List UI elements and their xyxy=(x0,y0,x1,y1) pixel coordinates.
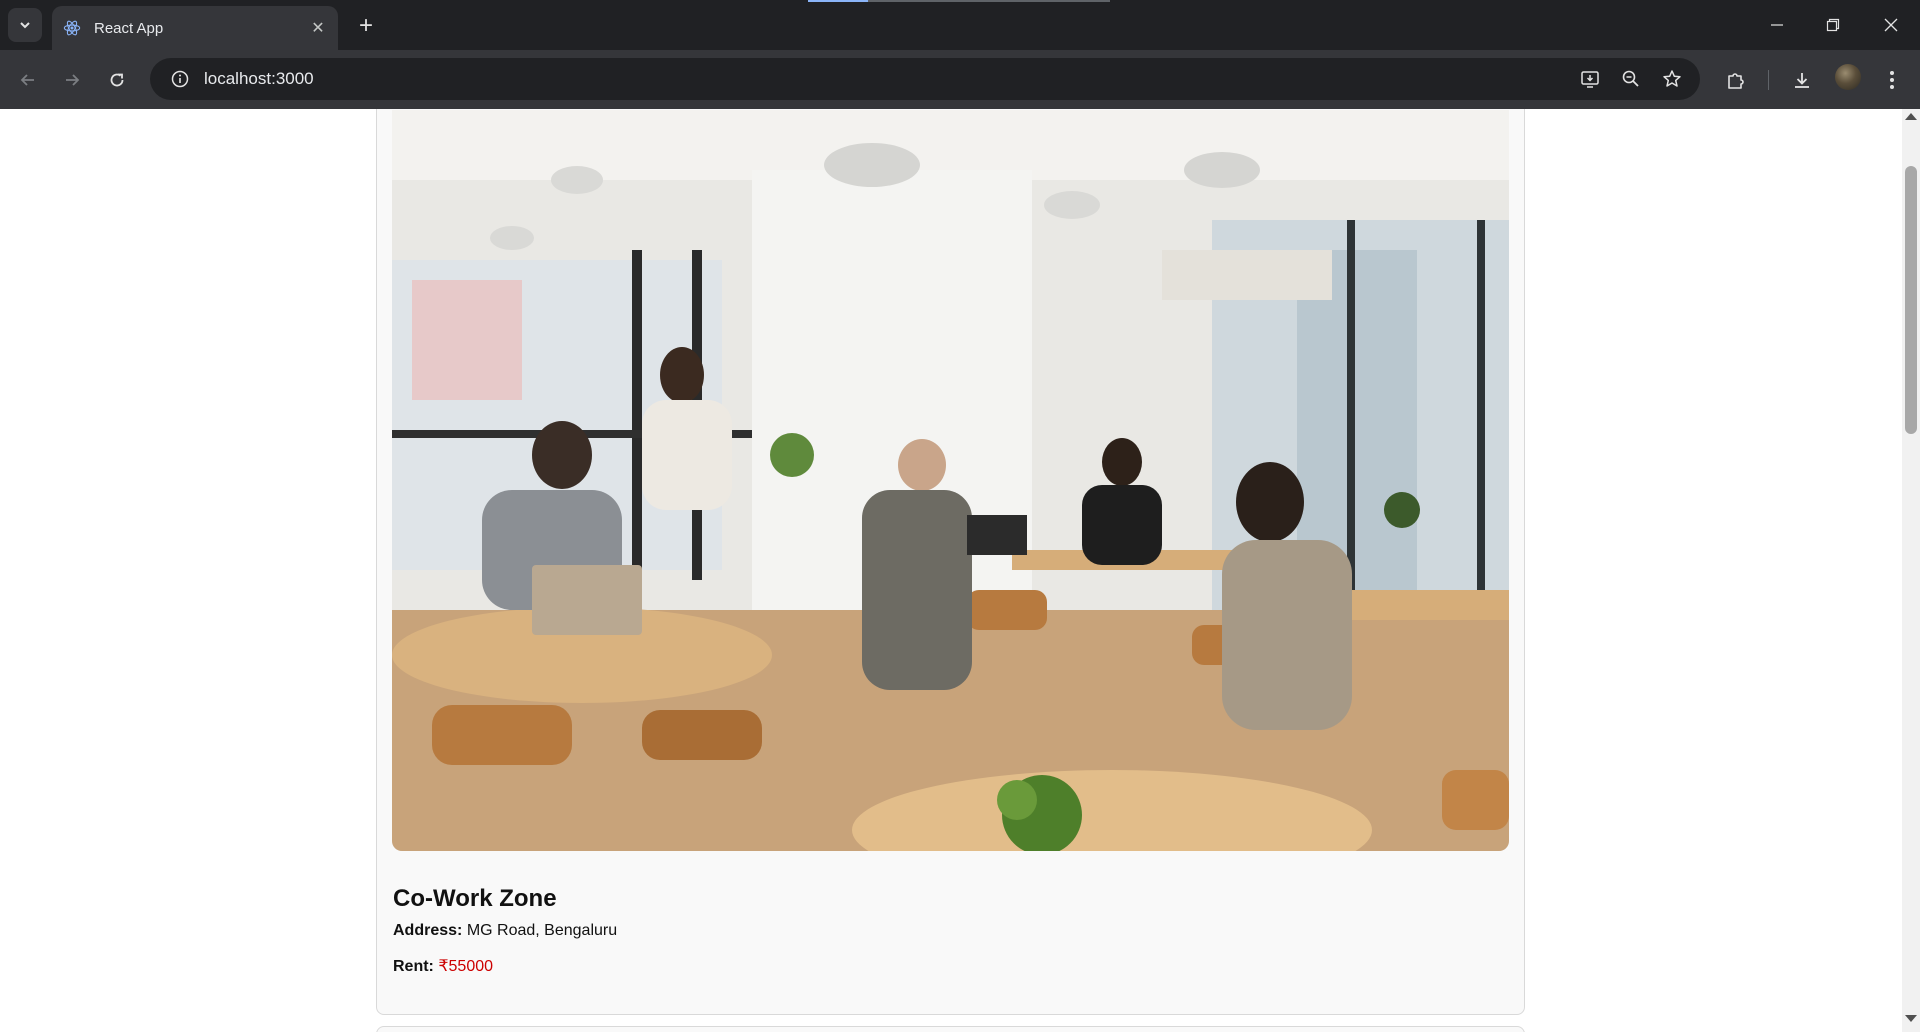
chevron-down-icon xyxy=(20,22,30,29)
download-icon[interactable] xyxy=(1786,64,1818,96)
tab-search-button[interactable] xyxy=(8,8,42,42)
restore-icon xyxy=(1826,18,1840,32)
page-viewport: Co-Work Zone Address: MG Road, Bengaluru… xyxy=(0,109,1902,1032)
new-tab-button[interactable]: + xyxy=(352,12,380,40)
url-text[interactable]: localhost:3000 xyxy=(204,69,314,89)
listing-photo xyxy=(392,110,1509,851)
rent-label: Rent: xyxy=(393,958,434,975)
next-listing-card xyxy=(376,1026,1525,1032)
close-window-button[interactable] xyxy=(1871,10,1911,40)
tab-active[interactable]: React App ✕ xyxy=(52,6,338,50)
listing-address: Address: MG Road, Bengaluru xyxy=(393,922,617,940)
reload-button[interactable] xyxy=(101,64,133,96)
scrollbar-thumb[interactable] xyxy=(1905,166,1917,434)
info-icon[interactable] xyxy=(160,70,200,88)
loading-progress xyxy=(808,0,868,2)
avatar[interactable] xyxy=(1835,64,1861,90)
forward-button[interactable] xyxy=(56,64,88,96)
tab-title: React App xyxy=(94,19,164,37)
minimize-icon xyxy=(1771,24,1783,26)
address-label: Address: xyxy=(393,922,463,939)
toolbar-divider xyxy=(1768,70,1769,90)
close-icon[interactable]: ✕ xyxy=(308,18,328,38)
address-bar[interactable]: localhost:3000 xyxy=(150,58,1700,100)
puzzle-icon[interactable] xyxy=(1720,64,1752,96)
rent-value: ₹55000 xyxy=(438,958,494,975)
back-button[interactable] xyxy=(12,64,44,96)
react-icon xyxy=(62,18,82,38)
kebab-menu-icon[interactable] xyxy=(1876,64,1908,96)
arrow-right-icon xyxy=(66,74,80,86)
listing-name: Co-Work Zone xyxy=(393,885,557,912)
zoom-out-icon[interactable] xyxy=(1616,64,1646,94)
listing-rent: Rent: ₹55000 xyxy=(393,956,493,976)
browser-toolbar: localhost:3000 xyxy=(0,50,1920,109)
star-icon[interactable] xyxy=(1657,64,1687,94)
scroll-down-arrow[interactable] xyxy=(1905,1015,1917,1022)
reload-icon xyxy=(110,73,124,87)
tab-bar: React App ✕ + xyxy=(0,0,1920,50)
arrow-left-icon xyxy=(20,74,34,86)
minimize-button[interactable] xyxy=(1757,10,1797,40)
address-value: MG Road, Bengaluru xyxy=(466,922,618,939)
scroll-up-arrow[interactable] xyxy=(1905,113,1917,120)
close-icon xyxy=(1884,18,1898,32)
restore-button[interactable] xyxy=(1813,10,1853,40)
install-app-icon[interactable] xyxy=(1575,64,1605,94)
listing-card: Co-Work Zone Address: MG Road, Bengaluru… xyxy=(376,109,1525,1015)
